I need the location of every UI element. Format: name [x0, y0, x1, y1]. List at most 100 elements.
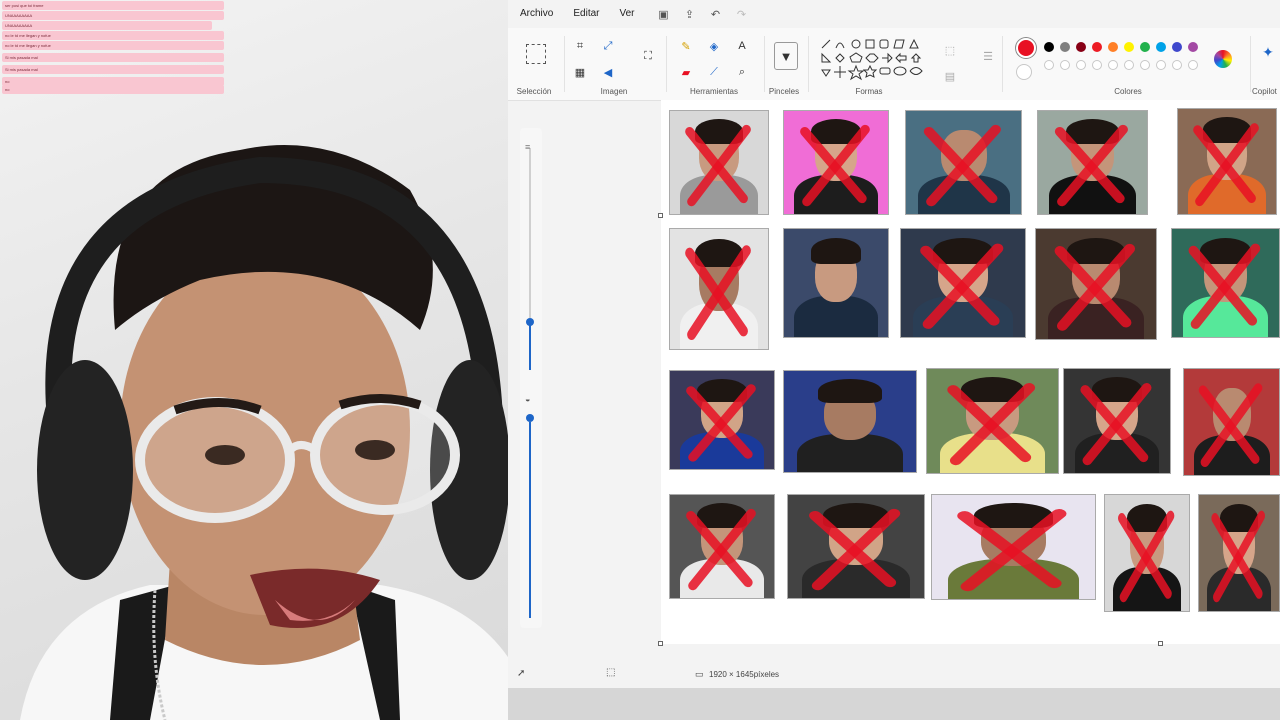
desktop-strip [508, 688, 1280, 720]
red-x-mark [686, 508, 756, 591]
red-x-mark [957, 509, 1067, 592]
palette-swatch[interactable] [1156, 42, 1166, 52]
creator-photo [669, 494, 775, 599]
redo-icon[interactable]: ↷ [735, 7, 749, 21]
size-thumb[interactable] [526, 414, 534, 422]
copilot-icon[interactable]: ✦ [1260, 44, 1276, 60]
creator-photo [931, 494, 1096, 600]
group-label-formas: Formas [855, 87, 883, 96]
photo-hair [818, 379, 882, 404]
outline-icon[interactable]: ⬚ [942, 42, 958, 58]
menu-archivo[interactable]: Archivo [510, 0, 563, 28]
menu-editar[interactable]: Editar [563, 0, 609, 28]
resize-icon[interactable]: ⤢ [600, 38, 616, 54]
palette-swatch[interactable] [1060, 42, 1070, 52]
color-picker-icon[interactable]: ⟋ [706, 64, 722, 80]
palette-swatch-empty[interactable] [1076, 60, 1086, 70]
primary-color-swatch[interactable] [1016, 38, 1036, 58]
group-label-seleccion: Selección [516, 87, 552, 96]
image-select-icon[interactable]: ⛶ [640, 48, 656, 64]
creator-photo [1183, 368, 1280, 476]
resize-handle[interactable] [1158, 641, 1163, 646]
palette-swatch-empty[interactable] [1140, 60, 1150, 70]
red-x-mark [1211, 510, 1265, 603]
brush-icon[interactable]: ▼ [774, 42, 798, 70]
pencil-icon[interactable]: ✎ [678, 38, 694, 54]
fill-icon[interactable]: ◈ [706, 38, 722, 54]
red-x-mark [1054, 243, 1135, 331]
red-x-mark [920, 243, 1004, 329]
group-imagen: ⌗ ⤢ ⛶ ▦ ◀ Imagen [568, 34, 660, 100]
red-x-mark [685, 245, 751, 340]
edit-colors-icon[interactable] [1214, 50, 1232, 68]
secondary-color-swatch[interactable] [1016, 64, 1032, 80]
rotate-icon[interactable]: ▦ [572, 64, 588, 80]
undo-icon[interactable]: ↶ [709, 7, 723, 21]
resize-handle[interactable] [658, 213, 663, 218]
group-label-copilot: Copilot [1252, 87, 1277, 96]
red-x-mark [947, 383, 1036, 466]
save-icon[interactable]: ▣ [657, 7, 671, 21]
zoom-icon: ≡ [525, 142, 531, 152]
creator-photo [1037, 110, 1148, 215]
palette-swatch[interactable] [1092, 42, 1102, 52]
brush-size-icon: ◒ [525, 394, 531, 404]
creator-photo [1104, 494, 1190, 612]
creator-photo [669, 228, 769, 350]
palette-swatch[interactable] [1044, 42, 1054, 52]
webcam-feed: ser posi que toi frame UNAAAAAAAA UNAAAA… [0, 0, 510, 720]
red-x-mark [800, 124, 870, 207]
creator-photo [787, 494, 925, 599]
creator-photo [1171, 228, 1280, 338]
zoom-slider[interactable]: ◒ ≡ [520, 128, 542, 628]
crop-icon[interactable]: ⌗ [572, 38, 588, 54]
palette-swatch[interactable] [1140, 42, 1150, 52]
palette-swatch[interactable] [1124, 42, 1134, 52]
palette-swatch-empty[interactable] [1156, 60, 1166, 70]
palette-swatch-empty[interactable] [1188, 60, 1198, 70]
red-x-mark [1054, 124, 1128, 207]
zoom-thumb[interactable] [526, 318, 534, 326]
magnifier-icon[interactable]: ⌕ [734, 64, 750, 80]
red-x-mark [1198, 383, 1263, 468]
group-label-imagen: Imagen [600, 87, 628, 96]
red-x-mark [686, 384, 756, 462]
palette-swatch[interactable] [1076, 42, 1086, 52]
menu-bar: Archivo Editar Ver ▣ ⇪ ↶ ↷ [508, 0, 1280, 28]
palette-swatch-empty[interactable] [1092, 60, 1102, 70]
red-x-mark [685, 124, 751, 207]
drawing-canvas[interactable] [661, 100, 1280, 644]
size-icon[interactable]: ☰ [980, 48, 996, 64]
palette-swatch-empty[interactable] [1108, 60, 1118, 70]
menu-ver[interactable]: Ver [609, 0, 644, 28]
photo-hair [811, 237, 861, 264]
creator-photo [783, 110, 889, 215]
paint-window: Archivo Editar Ver ▣ ⇪ ↶ ↷ Selección ⌗ ⤢… [508, 0, 1280, 688]
creator-photo [905, 110, 1022, 215]
resize-handle[interactable] [658, 641, 663, 646]
shape-fill-icon[interactable]: ▤ [942, 68, 958, 84]
palette-swatch[interactable] [1188, 42, 1198, 52]
canvas-dimensions: 1920 × 1645píxeles [709, 670, 780, 679]
palette-swatch-empty[interactable] [1124, 60, 1134, 70]
text-icon[interactable]: A [734, 38, 750, 54]
group-herramientas: ✎ ◈ A ▰ ⟋ ⌕ Herramientas [670, 34, 758, 100]
group-pinceles: ▼ Pinceles [766, 34, 802, 100]
shapes-gallery-icon[interactable] [818, 36, 928, 82]
eraser-icon[interactable]: ▰ [678, 64, 694, 80]
flip-icon[interactable]: ◀ [600, 64, 616, 80]
palette-swatch-empty[interactable] [1060, 60, 1070, 70]
creator-photo [783, 370, 917, 473]
group-label-pinceles: Pinceles [768, 87, 800, 96]
share-icon[interactable]: ⇪ [683, 7, 697, 21]
palette-swatch-empty[interactable] [1044, 60, 1054, 70]
ribbon: Selección ⌗ ⤢ ⛶ ▦ ◀ Imagen ✎ ◈ A ▰ ⟋ ⌕ H… [508, 28, 1280, 101]
select-icon[interactable] [526, 44, 546, 64]
red-x-mark [1188, 243, 1261, 329]
photo-shirt [794, 295, 878, 337]
group-colores: Colores [1008, 34, 1248, 100]
palette-swatch-empty[interactable] [1172, 60, 1182, 70]
palette-swatch[interactable] [1108, 42, 1118, 52]
selection-size-icon: ⬚ [606, 667, 616, 678]
palette-swatch[interactable] [1172, 42, 1182, 52]
